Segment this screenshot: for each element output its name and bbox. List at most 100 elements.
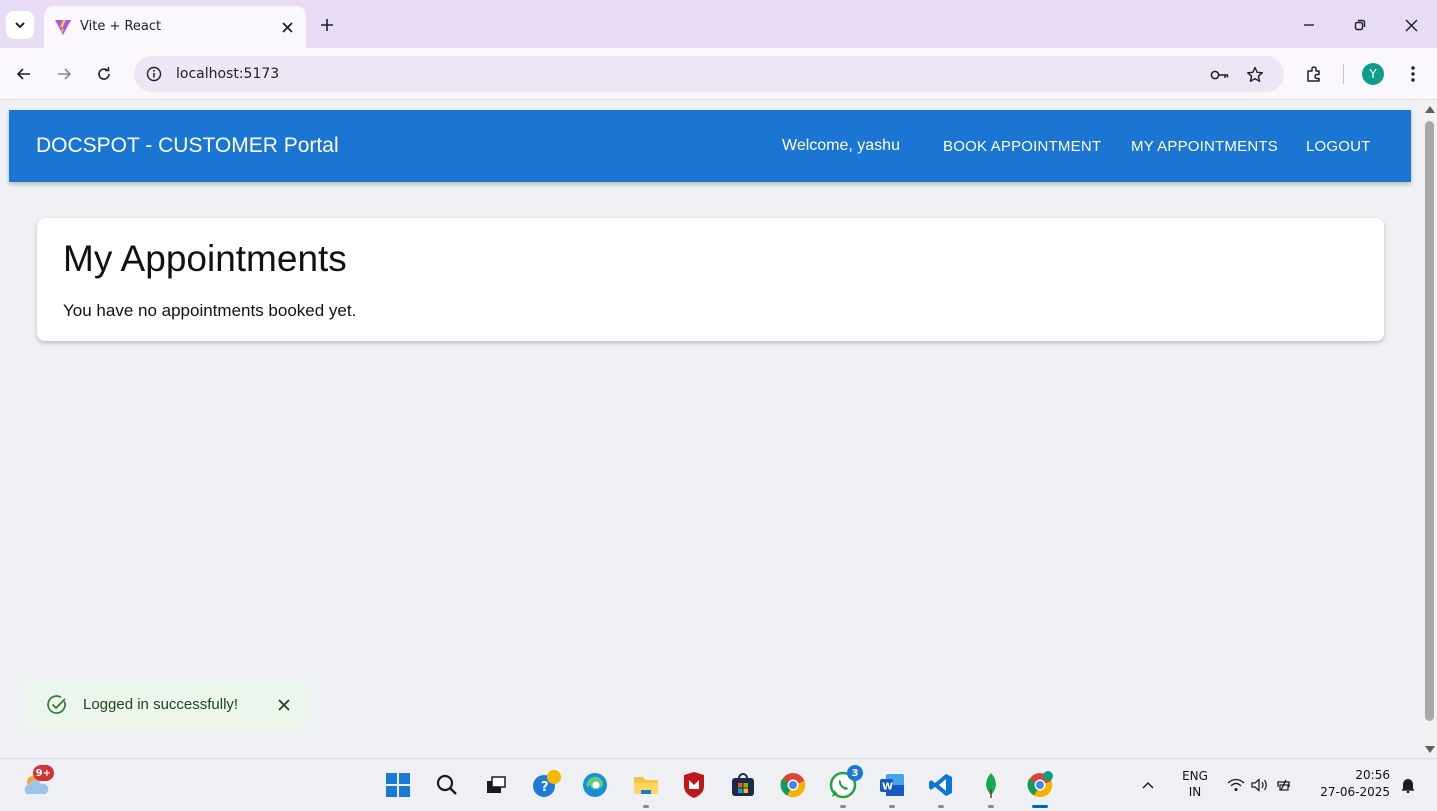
wifi-icon[interactable] — [1226, 769, 1246, 801]
svg-text:W: W — [882, 782, 893, 793]
reload-icon — [98, 67, 110, 80]
toolbar-divider — [1343, 64, 1344, 84]
app-brand-title: DOCSPOT - CUSTOMER Portal — [36, 134, 339, 157]
appointments-card: My Appointments You have no appointments… — [37, 218, 1384, 341]
more-vertical-icon — [1411, 66, 1415, 82]
reload-button[interactable] — [90, 60, 118, 88]
taskbar-app-copilot[interactable]: ? — [530, 769, 562, 801]
language-indicator-top[interactable]: ENG — [1178, 769, 1212, 783]
word-icon: W — [880, 774, 904, 796]
success-toast: Logged in successfully! — [26, 678, 308, 732]
chrome-icon — [1027, 771, 1053, 798]
taskbar-app-mcafee[interactable] — [678, 769, 710, 801]
windows-logo-icon — [386, 773, 410, 797]
tab-close-button[interactable] — [276, 16, 298, 38]
vite-logo-icon — [55, 20, 71, 35]
chevron-down-icon — [15, 22, 25, 29]
welcome-text: Welcome, yashu — [782, 137, 900, 154]
search-icon — [436, 774, 457, 795]
restore-icon — [1354, 19, 1366, 31]
scroll-down-arrow-icon[interactable] — [1425, 746, 1435, 753]
toast-close-button[interactable] — [274, 695, 294, 715]
taskbar-app-chrome[interactable] — [777, 769, 809, 801]
folder-icon — [634, 777, 658, 794]
browser-toolbar: localhost:5173 Y — [0, 48, 1437, 100]
clock-date[interactable]: 27-06-2025 — [1312, 785, 1390, 799]
vscode-icon — [929, 774, 952, 796]
restore-button[interactable] — [1345, 10, 1375, 40]
nav-logout[interactable]: LOGOUT — [1306, 138, 1371, 155]
weather-badge: 9+ — [32, 765, 54, 781]
minimize-button[interactable] — [1294, 10, 1324, 40]
page-viewport: DOCSPOT - CUSTOMER Portal Welcome, yashu… — [0, 101, 1422, 758]
notification-bell-icon — [1402, 779, 1414, 793]
running-indicator — [889, 805, 895, 808]
store-icon — [732, 773, 754, 796]
avatar: Y — [1362, 63, 1384, 85]
url-text: localhost:5173 — [176, 66, 280, 82]
tab-search-button[interactable] — [6, 11, 34, 39]
plus-icon — [321, 19, 333, 31]
clock-time[interactable]: 20:56 — [1312, 768, 1390, 782]
weather-widget[interactable]: 9+ — [20, 765, 54, 801]
close-icon — [278, 699, 290, 711]
bookmark-star-icon[interactable] — [1244, 64, 1266, 86]
windows-taskbar: 9+ ? 3 W ENG IN 20:56 27-06-2025 — [0, 758, 1437, 811]
edge-icon — [583, 773, 607, 797]
site-info-icon[interactable] — [144, 64, 164, 84]
address-bar[interactable]: localhost:5173 — [134, 56, 1284, 92]
whatsapp-badge: 3 — [847, 765, 863, 781]
toast-message: Logged in successfully! — [83, 696, 239, 713]
browser-tab-active[interactable]: Vite + React — [44, 6, 306, 48]
start-button[interactable] — [382, 769, 414, 801]
check-circle-icon — [47, 695, 66, 714]
svg-text:?: ? — [541, 780, 549, 795]
back-button[interactable] — [10, 60, 38, 88]
new-tab-button[interactable] — [314, 12, 340, 38]
tab-title: Vite + React — [80, 19, 162, 34]
page-title: My Appointments — [63, 238, 347, 279]
profile-button[interactable]: Y — [1359, 60, 1387, 88]
browser-menu-button[interactable] — [1399, 60, 1427, 88]
window-close-button[interactable] — [1396, 10, 1426, 40]
taskbar-app-word[interactable]: W — [876, 769, 908, 808]
mcafee-shield-icon — [684, 772, 704, 798]
arrow-left-icon — [16, 68, 30, 80]
running-indicator — [938, 805, 944, 808]
active-indicator — [1032, 805, 1048, 808]
arrow-right-icon — [58, 68, 72, 80]
language-indicator-bottom[interactable]: IN — [1178, 785, 1212, 799]
close-icon — [1404, 18, 1418, 32]
battery-icon[interactable] — [1274, 769, 1294, 801]
nav-my-appointments[interactable]: MY APPOINTMENTS — [1131, 138, 1278, 155]
taskbar-app-file-explorer[interactable] — [630, 769, 662, 808]
scroll-up-arrow-icon[interactable] — [1425, 106, 1435, 113]
close-icon — [281, 21, 293, 33]
scrollbar-thumb[interactable] — [1425, 121, 1434, 721]
running-indicator — [988, 805, 994, 808]
running-indicator — [643, 805, 649, 808]
task-view-icon — [487, 776, 506, 793]
chevron-up-icon — [1142, 781, 1154, 789]
taskbar-app-chrome-profile[interactable] — [1024, 769, 1056, 808]
taskbar-app-edge[interactable] — [579, 769, 611, 801]
notification-center-button[interactable] — [1398, 769, 1418, 801]
forward-button[interactable] — [50, 60, 78, 88]
mongodb-leaf-icon — [986, 773, 996, 798]
taskbar-app-vscode[interactable] — [925, 769, 957, 808]
vertical-scrollbar[interactable] — [1422, 101, 1437, 758]
show-hidden-icons-button[interactable] — [1138, 769, 1158, 801]
taskbar-search-button[interactable] — [431, 769, 463, 801]
taskbar-app-mongodb[interactable] — [975, 769, 1007, 808]
volume-icon[interactable] — [1250, 769, 1270, 801]
taskbar-app-whatsapp[interactable]: 3 — [827, 765, 863, 808]
nav-book-appointment[interactable]: BOOK APPOINTMENT — [943, 138, 1101, 155]
running-indicator — [840, 805, 846, 808]
copilot-icon: ? — [533, 770, 561, 797]
empty-state-message: You have no appointments booked yet. — [63, 301, 357, 320]
app-header: DOCSPOT - CUSTOMER Portal Welcome, yashu… — [9, 110, 1411, 182]
task-view-button[interactable] — [480, 769, 512, 801]
taskbar-app-store[interactable] — [727, 769, 759, 801]
password-key-icon[interactable] — [1209, 64, 1231, 86]
extensions-button[interactable] — [1300, 60, 1328, 88]
